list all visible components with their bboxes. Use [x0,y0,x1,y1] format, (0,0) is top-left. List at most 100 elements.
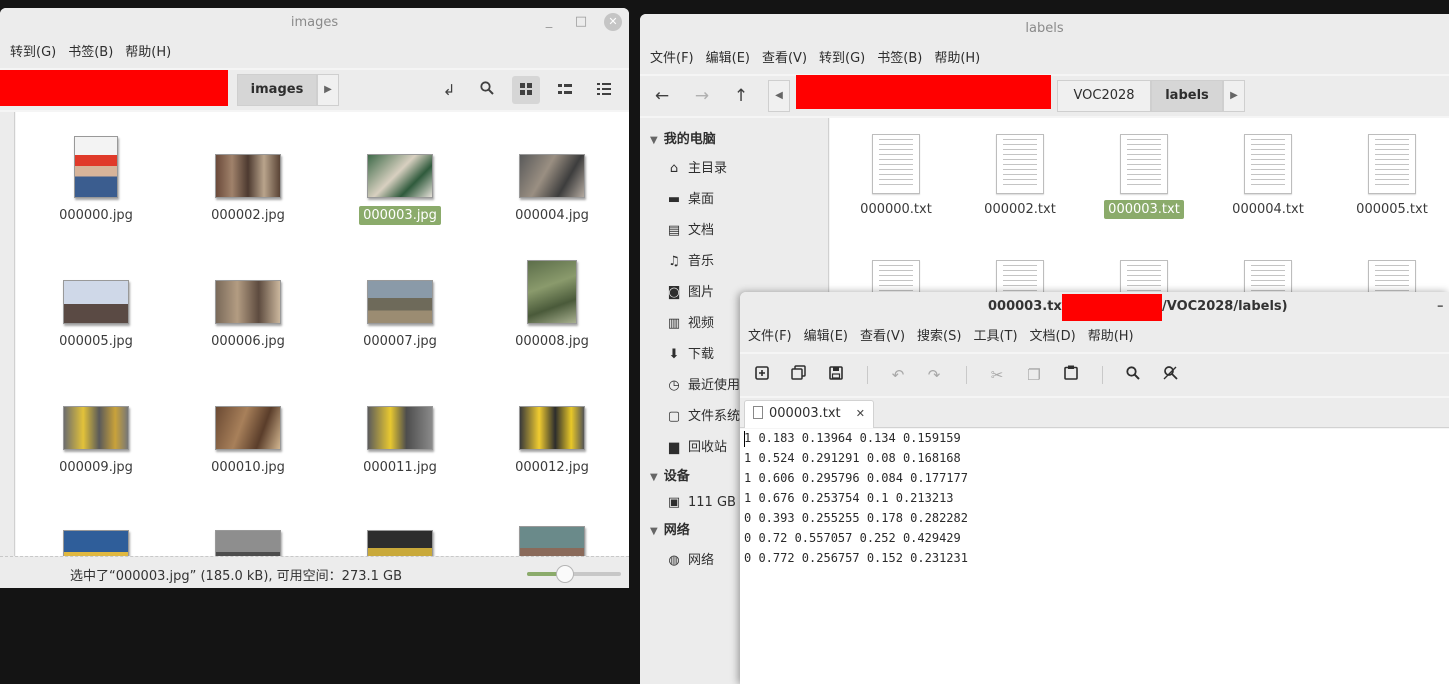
undo-icon[interactable]: ↶ [885,362,911,388]
maximize-icon[interactable]: □ [570,8,592,38]
text-file-item[interactable]: 000002.txt [958,118,1082,238]
forward-arrow-icon[interactable]: → [688,82,716,110]
sidebar-item-8[interactable]: ▢ 文件系统 [666,405,740,424]
text-file-item[interactable]: 000005.txt [1330,118,1449,238]
menu-item-0[interactable]: 转到(G) [4,38,62,68]
image-file-item[interactable]: 000007.jpg [324,252,476,372]
breadcrumb-next-arrow[interactable]: ▶ [1223,80,1245,112]
menu-item-4[interactable]: 书签(B) [871,44,928,74]
icon-view-button[interactable] [512,76,540,104]
list-view-button[interactable] [551,76,579,104]
text-line: 0 0.393 0.255255 0.178 0.282282 [744,511,968,525]
tab-000003-txt[interactable]: 000003.txt ✕ [744,400,874,428]
open-document-icon[interactable] [785,362,811,388]
up-arrow-icon[interactable]: ↑ [727,82,755,110]
window-title: images [290,15,339,30]
new-document-icon[interactable] [749,362,775,388]
menu-item-5[interactable]: 帮助(H) [928,44,986,74]
camera-icon: ◙ [667,285,681,300]
image-thumbnail[interactable] [63,530,129,556]
menu-item-2[interactable]: 帮助(H) [119,38,177,68]
sidebar-item-7[interactable]: ◷ 最近使用 [666,374,740,393]
path-toggle-icon[interactable]: ↲ [435,76,463,104]
menu-item-1[interactable]: 书签(B) [62,38,119,68]
sidebar-item-network[interactable]: ◍ 网络 [666,549,714,568]
text-file-item[interactable]: 000004.txt [1206,118,1330,238]
redo-icon[interactable]: ↷ [921,362,947,388]
tab-close-icon[interactable]: ✕ [856,401,865,427]
text-file-item[interactable]: 000000.txt [834,118,958,238]
image-file-item[interactable]: 000009.jpg [20,378,172,498]
menu-item-4[interactable]: 工具(T) [967,322,1023,352]
text-file-item[interactable]: 000003.txt [1082,118,1206,238]
close-button[interactable]: ✕ [602,8,624,38]
menu-item-5[interactable]: 文档(D) [1024,322,1082,352]
image-file-item[interactable]: 000000.jpg [20,126,172,246]
text-line: 1 0.676 0.253754 0.1 0.213213 [744,491,954,505]
menu-item-2[interactable]: 查看(V) [854,322,911,352]
save-icon[interactable] [823,362,849,388]
file-name: 000012.jpg [515,460,589,475]
file-name: 000008.jpg [515,334,589,349]
sidebar-item-5[interactable]: ▥ 视频 [666,312,714,331]
image-file-item[interactable]: 000005.jpg [20,252,172,372]
menu-item-6[interactable]: 帮助(H) [1082,322,1140,352]
image-file-item[interactable]: 000008.jpg [476,252,628,372]
find-replace-icon[interactable] [1157,362,1183,388]
compact-view-button[interactable] [590,76,618,104]
image-file-item[interactable]: 000012.jpg [476,378,628,498]
image-file-item[interactable]: 000006.jpg [172,252,324,372]
search-icon[interactable] [473,76,501,104]
menu-item-3[interactable]: 转到(G) [813,44,871,74]
zoom-slider-knob[interactable] [555,565,574,583]
sidebar-item-2[interactable]: ▤ 文档 [666,219,714,238]
menu-item-0[interactable]: 文件(F) [742,322,798,352]
breadcrumb-next-arrow[interactable]: ▶ [317,74,339,106]
image-file-item[interactable]: 000011.jpg [324,378,476,498]
editor-titlebar[interactable]: 000003.txt /VOC2028/labels) – [740,292,1449,322]
image-thumbnail[interactable] [215,530,281,556]
sidebar-item-4[interactable]: ◙ 图片 [666,281,714,300]
cut-icon[interactable]: ✂ [984,362,1010,388]
sidebar-section-network[interactable]: ▼ 网络 [650,519,690,538]
copy-icon[interactable]: ❐ [1021,362,1047,388]
image-file-item[interactable]: 000010.jpg [172,378,324,498]
sidebar-item-disk[interactable]: ▣ 111 GB [666,495,736,510]
sidebar-item-1[interactable]: ▬ 桌面 [666,188,714,207]
sidebar-item-6[interactable]: ⬇ 下载 [666,343,714,362]
film-icon: ▥ [667,316,681,331]
minimize-icon[interactable]: _ [538,8,560,38]
back-arrow-icon[interactable]: ← [648,82,676,110]
menu-item-3[interactable]: 搜索(S) [911,322,967,352]
sidebar-item-3[interactable]: ♫ 音乐 [666,250,714,269]
minimize-icon[interactable]: – [1437,292,1444,322]
sidebar-item-0[interactable]: ⌂ 主目录 [666,157,727,176]
sidebar-section-devices[interactable]: ▼ 设备 [650,465,690,484]
zoom-slider[interactable] [527,565,621,583]
breadcrumb-images[interactable]: images [237,74,317,106]
image-thumbnail[interactable] [519,526,585,556]
image-file-item[interactable]: 000003.jpg [324,126,476,246]
sidebar-section-my-computer[interactable]: ▼ 我的电脑 [650,128,716,147]
breadcrumb-voc2028[interactable]: VOC2028 [1057,80,1151,112]
image-file-item[interactable]: 000004.jpg [476,126,628,246]
menu-item-2[interactable]: 查看(V) [756,44,813,74]
file-name: 000010.jpg [211,460,285,475]
menu-item-0[interactable]: 文件(F) [644,44,700,74]
menu-item-1[interactable]: 编辑(E) [798,322,854,352]
image-thumbnail [519,406,585,450]
sidebar-item-9[interactable]: ▆ 回收站 [666,436,727,455]
search-icon[interactable] [1120,362,1146,388]
labels-titlebar[interactable]: labels [640,14,1449,44]
images-titlebar[interactable]: images _ □ ✕ [0,8,629,38]
paste-icon[interactable] [1058,362,1084,388]
image-thumbnail[interactable] [367,530,433,556]
breadcrumb-labels[interactable]: labels [1151,80,1223,112]
sidebar-collapsed[interactable] [0,112,15,556]
editor-text-area[interactable]: 1 0.183 0.13964 0.134 0.159159 1 0.524 0.… [740,429,1449,684]
image-file-item[interactable]: 000002.jpg [172,126,324,246]
image-file-grid: 000000.jpg 000002.jpg 000003.jpg 000004.jpg… [16,112,629,556]
image-thumbnail [215,280,281,324]
breadcrumb-prev-arrow[interactable]: ◀ [768,80,790,112]
menu-item-1[interactable]: 编辑(E) [700,44,756,74]
